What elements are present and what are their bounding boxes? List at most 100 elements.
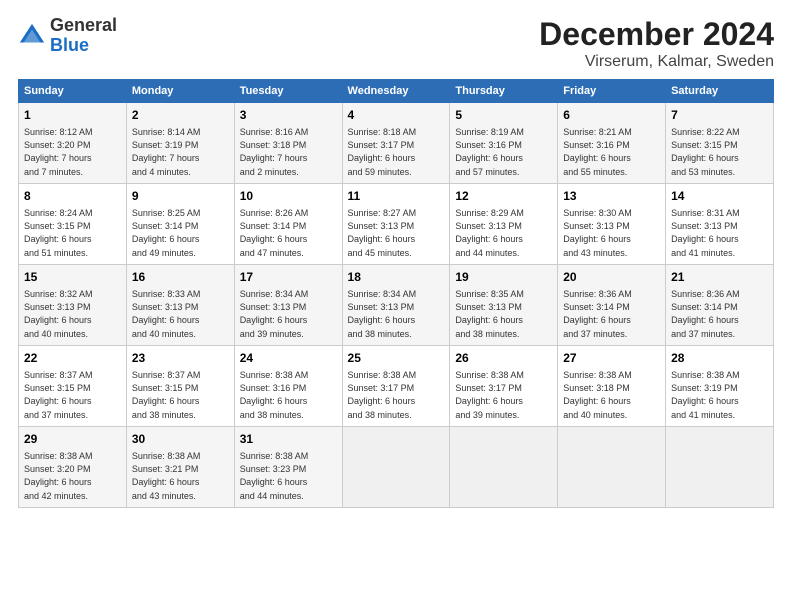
- day-info: Sunrise: 8:32 AM Sunset: 3:13 PM Dayligh…: [24, 289, 93, 339]
- day-number: 29: [24, 431, 121, 448]
- day-number: 21: [671, 269, 768, 286]
- header-tuesday: Tuesday: [234, 80, 342, 103]
- day-cell: 23 Sunrise: 8:37 AM Sunset: 3:15 PM Dayli…: [126, 345, 234, 426]
- week-row-1: 1Sunrise: 8:12 AM Sunset: 3:20 PM Daylig…: [19, 103, 774, 184]
- day-info: Sunrise: 8:33 AM Sunset: 3:13 PM Dayligh…: [132, 289, 201, 339]
- day-cell: [558, 426, 666, 507]
- day-cell: 13Sunrise: 8:30 AM Sunset: 3:13 PM Dayli…: [558, 183, 666, 264]
- week-row-2: 8Sunrise: 8:24 AM Sunset: 3:15 PM Daylig…: [19, 183, 774, 264]
- day-cell: 7 Sunrise: 8:22 AM Sunset: 3:15 PM Daylig…: [666, 103, 774, 184]
- day-info: Sunrise: 8:30 AM Sunset: 3:13 PM Dayligh…: [563, 208, 632, 258]
- header: General Blue December 2024 Virserum, Kal…: [18, 16, 774, 71]
- day-info: Sunrise: 8:26 AM Sunset: 3:14 PM Dayligh…: [240, 208, 309, 258]
- day-number: 3: [240, 107, 337, 124]
- day-number: 26: [455, 350, 552, 367]
- day-cell: [342, 426, 450, 507]
- day-info: Sunrise: 8:38 AM Sunset: 3:16 PM Dayligh…: [240, 370, 309, 420]
- header-friday: Friday: [558, 80, 666, 103]
- logo-icon: [18, 22, 46, 50]
- day-number: 2: [132, 107, 229, 124]
- day-number: 10: [240, 188, 337, 205]
- day-cell: 8Sunrise: 8:24 AM Sunset: 3:15 PM Daylig…: [19, 183, 127, 264]
- logo-blue: Blue: [50, 35, 89, 55]
- day-number: 6: [563, 107, 660, 124]
- day-info: Sunrise: 8:36 AM Sunset: 3:14 PM Dayligh…: [671, 289, 740, 339]
- day-cell: 29 Sunrise: 8:38 AM Sunset: 3:20 PM Dayli…: [19, 426, 127, 507]
- day-info: Sunrise: 8:16 AM Sunset: 3:18 PM Dayligh…: [240, 127, 309, 177]
- day-number: 30: [132, 431, 229, 448]
- day-cell: 15 Sunrise: 8:32 AM Sunset: 3:13 PM Dayli…: [19, 264, 127, 345]
- header-row: Sunday Monday Tuesday Wednesday Thursday…: [19, 80, 774, 103]
- day-info: Sunrise: 8:34 AM Sunset: 3:13 PM Dayligh…: [240, 289, 309, 339]
- day-cell: 20 Sunrise: 8:36 AM Sunset: 3:14 PM Dayli…: [558, 264, 666, 345]
- day-number: 9: [132, 188, 229, 205]
- day-number: 4: [348, 107, 445, 124]
- calendar-header: Sunday Monday Tuesday Wednesday Thursday…: [19, 80, 774, 103]
- day-cell: 26Sunrise: 8:38 AM Sunset: 3:17 PM Dayli…: [450, 345, 558, 426]
- day-cell: 11 Sunrise: 8:27 AM Sunset: 3:13 PM Dayli…: [342, 183, 450, 264]
- day-cell: 2 Sunrise: 8:14 AM Sunset: 3:19 PM Daylig…: [126, 103, 234, 184]
- day-cell: 4Sunrise: 8:18 AM Sunset: 3:17 PM Daylig…: [342, 103, 450, 184]
- day-cell: 31Sunrise: 8:38 AM Sunset: 3:23 PM Dayli…: [234, 426, 342, 507]
- calendar-table: Sunday Monday Tuesday Wednesday Thursday…: [18, 79, 774, 508]
- day-number: 19: [455, 269, 552, 286]
- day-info: Sunrise: 8:24 AM Sunset: 3:15 PM Dayligh…: [24, 208, 93, 258]
- main-title: December 2024: [539, 16, 774, 53]
- day-info: Sunrise: 8:35 AM Sunset: 3:13 PM Dayligh…: [455, 289, 524, 339]
- day-info: Sunrise: 8:12 AM Sunset: 3:20 PM Dayligh…: [24, 127, 93, 177]
- day-number: 14: [671, 188, 768, 205]
- day-cell: 6 Sunrise: 8:21 AM Sunset: 3:16 PM Daylig…: [558, 103, 666, 184]
- day-info: Sunrise: 8:19 AM Sunset: 3:16 PM Dayligh…: [455, 127, 524, 177]
- day-number: 15: [24, 269, 121, 286]
- day-info: Sunrise: 8:38 AM Sunset: 3:23 PM Dayligh…: [240, 451, 309, 501]
- day-cell: [450, 426, 558, 507]
- day-number: 7: [671, 107, 768, 124]
- title-area: December 2024 Virserum, Kalmar, Sweden: [539, 16, 774, 71]
- day-info: Sunrise: 8:21 AM Sunset: 3:16 PM Dayligh…: [563, 127, 632, 177]
- day-cell: 25Sunrise: 8:38 AM Sunset: 3:17 PM Dayli…: [342, 345, 450, 426]
- day-info: Sunrise: 8:36 AM Sunset: 3:14 PM Dayligh…: [563, 289, 632, 339]
- day-cell: 18Sunrise: 8:34 AM Sunset: 3:13 PM Dayli…: [342, 264, 450, 345]
- calendar-body: 1Sunrise: 8:12 AM Sunset: 3:20 PM Daylig…: [19, 103, 774, 508]
- day-cell: 1Sunrise: 8:12 AM Sunset: 3:20 PM Daylig…: [19, 103, 127, 184]
- header-sunday: Sunday: [19, 80, 127, 103]
- day-cell: 16 Sunrise: 8:33 AM Sunset: 3:13 PM Dayli…: [126, 264, 234, 345]
- day-cell: 12Sunrise: 8:29 AM Sunset: 3:13 PM Dayli…: [450, 183, 558, 264]
- day-number: 20: [563, 269, 660, 286]
- day-info: Sunrise: 8:27 AM Sunset: 3:13 PM Dayligh…: [348, 208, 417, 258]
- day-info: Sunrise: 8:31 AM Sunset: 3:13 PM Dayligh…: [671, 208, 740, 258]
- day-cell: 22 Sunrise: 8:37 AM Sunset: 3:15 PM Dayli…: [19, 345, 127, 426]
- day-cell: 10 Sunrise: 8:26 AM Sunset: 3:14 PM Dayli…: [234, 183, 342, 264]
- day-cell: 30Sunrise: 8:38 AM Sunset: 3:21 PM Dayli…: [126, 426, 234, 507]
- day-cell: 28Sunrise: 8:38 AM Sunset: 3:19 PM Dayli…: [666, 345, 774, 426]
- logo-general: General: [50, 15, 117, 35]
- logo-text: General Blue: [50, 16, 117, 56]
- day-cell: 17Sunrise: 8:34 AM Sunset: 3:13 PM Dayli…: [234, 264, 342, 345]
- day-number: 18: [348, 269, 445, 286]
- day-info: Sunrise: 8:22 AM Sunset: 3:15 PM Dayligh…: [671, 127, 740, 177]
- day-number: 22: [24, 350, 121, 367]
- day-cell: 3 Sunrise: 8:16 AM Sunset: 3:18 PM Daylig…: [234, 103, 342, 184]
- day-info: Sunrise: 8:38 AM Sunset: 3:20 PM Dayligh…: [24, 451, 93, 501]
- day-info: Sunrise: 8:14 AM Sunset: 3:19 PM Dayligh…: [132, 127, 201, 177]
- day-info: Sunrise: 8:37 AM Sunset: 3:15 PM Dayligh…: [132, 370, 201, 420]
- header-monday: Monday: [126, 80, 234, 103]
- day-number: 23: [132, 350, 229, 367]
- day-cell: 27Sunrise: 8:38 AM Sunset: 3:18 PM Dayli…: [558, 345, 666, 426]
- day-number: 25: [348, 350, 445, 367]
- page: General Blue December 2024 Virserum, Kal…: [0, 0, 792, 518]
- day-info: Sunrise: 8:29 AM Sunset: 3:13 PM Dayligh…: [455, 208, 524, 258]
- week-row-5: 29 Sunrise: 8:38 AM Sunset: 3:20 PM Dayli…: [19, 426, 774, 507]
- day-info: Sunrise: 8:25 AM Sunset: 3:14 PM Dayligh…: [132, 208, 201, 258]
- day-info: Sunrise: 8:37 AM Sunset: 3:15 PM Dayligh…: [24, 370, 93, 420]
- day-cell: 9 Sunrise: 8:25 AM Sunset: 3:14 PM Daylig…: [126, 183, 234, 264]
- day-number: 16: [132, 269, 229, 286]
- day-cell: [666, 426, 774, 507]
- sub-title: Virserum, Kalmar, Sweden: [539, 53, 774, 71]
- day-cell: 24 Sunrise: 8:38 AM Sunset: 3:16 PM Dayli…: [234, 345, 342, 426]
- header-wednesday: Wednesday: [342, 80, 450, 103]
- week-row-3: 15 Sunrise: 8:32 AM Sunset: 3:13 PM Dayli…: [19, 264, 774, 345]
- day-info: Sunrise: 8:38 AM Sunset: 3:18 PM Dayligh…: [563, 370, 632, 420]
- day-number: 11: [348, 188, 445, 205]
- day-number: 24: [240, 350, 337, 367]
